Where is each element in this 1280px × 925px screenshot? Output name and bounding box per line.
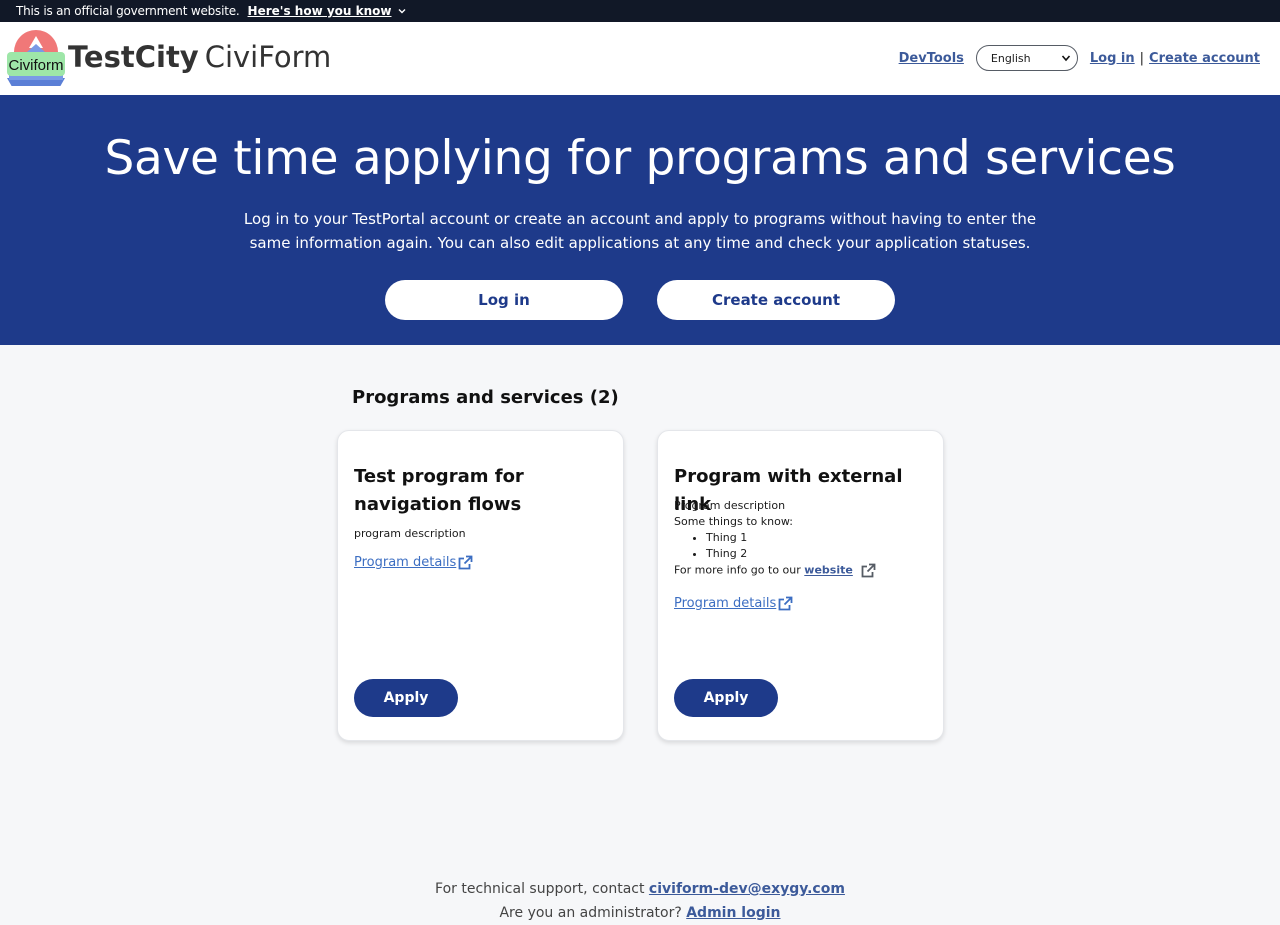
program-card-title: Test program for navigation flows — [354, 466, 524, 515]
list-item: Thing 1 — [706, 530, 877, 546]
brand-product: CiviForm — [204, 40, 332, 74]
header-separator: | — [1139, 50, 1145, 66]
language-selected-value: English — [990, 51, 1031, 65]
support-email-link[interactable]: civiform-dev@exygy.com — [649, 881, 845, 897]
program-card: Program with external link Program descr… — [657, 430, 944, 741]
admin-line: Are you an administrator? Admin login — [0, 901, 1280, 925]
language-select[interactable]: English — [975, 45, 1078, 71]
civiform-logo[interactable]: Civiform — [5, 30, 67, 92]
external-link-icon — [457, 554, 474, 571]
admin-text: Are you an administrator? — [499, 905, 682, 921]
header-login-link[interactable]: Log in — [1090, 51, 1135, 66]
programs-heading: Programs and services (2) — [352, 387, 619, 408]
support-line: For technical support, contact civiform-… — [0, 877, 1280, 901]
apply-button[interactable]: Apply — [354, 679, 458, 717]
program-details-label: Program details — [674, 596, 777, 611]
how-you-know-label: Here's how you know — [247, 4, 392, 18]
things-list: Thing 1 Thing 2 — [706, 530, 877, 562]
apply-button[interactable]: Apply — [674, 679, 778, 717]
hero-description: Log in to your TestPortal account or cre… — [243, 210, 1037, 252]
gov-banner: This is an official government website. … — [0, 0, 1280, 22]
hero-title: Save time applying for programs and serv… — [104, 131, 1176, 186]
program-description-line: Some things to know: — [674, 515, 793, 528]
support-text: For technical support, contact — [435, 881, 645, 897]
program-details-link[interactable]: Program details — [354, 554, 474, 571]
external-link-icon — [860, 562, 877, 579]
program-details-label: Program details — [354, 555, 457, 570]
website-link[interactable]: website — [804, 564, 853, 577]
gov-banner-text: This is an official government website. — [16, 4, 240, 18]
program-card-description: Program description Some things to know:… — [674, 498, 877, 579]
hero-section: Save time applying for programs and serv… — [0, 95, 1280, 345]
chevron-down-icon — [1061, 53, 1071, 63]
header-nav: DevTools English Log in | Create account — [899, 44, 1260, 72]
program-details-link[interactable]: Program details — [674, 595, 794, 612]
header-create-account-link[interactable]: Create account — [1149, 51, 1260, 66]
logo-text: Civiform — [9, 57, 64, 74]
hero-create-account-button[interactable]: Create account — [657, 280, 895, 320]
program-card-description: program description — [354, 527, 466, 540]
hero-login-button[interactable]: Log in — [385, 280, 623, 320]
more-info-line: For more info go to our website — [674, 562, 877, 579]
list-item: Thing 2 — [706, 546, 877, 562]
site-header: Civiform TestCity CiviForm DevTools Engli… — [0, 22, 1280, 95]
more-info-text: For more info go to our — [674, 563, 801, 577]
how-you-know-link[interactable]: Here's how you know — [248, 4, 408, 18]
site-footer: For technical support, contact civiform-… — [0, 877, 1280, 925]
admin-login-link[interactable]: Admin login — [686, 905, 780, 921]
devtools-link[interactable]: DevTools — [899, 51, 964, 66]
external-link-icon — [777, 595, 794, 612]
program-card: Test program for navigation flows progra… — [337, 430, 624, 741]
brand-city: TestCity — [68, 40, 199, 74]
site-brand: TestCity CiviForm — [68, 40, 331, 74]
program-description-line: Program description — [674, 499, 786, 512]
chevron-down-icon — [397, 6, 407, 16]
